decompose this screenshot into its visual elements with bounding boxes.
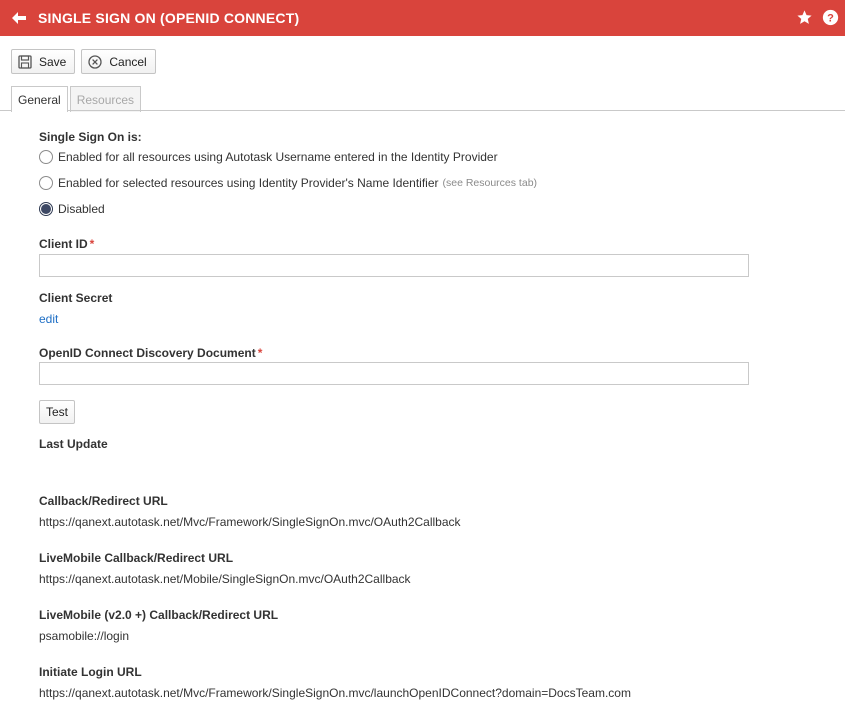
tab-general[interactable]: General	[11, 86, 68, 112]
title-actions: ?	[796, 9, 839, 26]
client-id-input[interactable]	[39, 254, 749, 277]
required-marker: *	[257, 346, 263, 360]
initiate-login-label: Initiate Login URL	[39, 665, 142, 679]
star-icon[interactable]	[796, 9, 813, 26]
livemobile-v2-callback-label: LiveMobile (v2.0 +) Callback/Redirect UR…	[39, 608, 279, 622]
livemobile-v2-callback-value: psamobile://login	[39, 629, 130, 643]
radio-selected-resources[interactable]	[39, 176, 53, 190]
sso-option-selected-label: Enabled for selected resources using Ide…	[58, 176, 439, 190]
sso-option-all-resources: Enabled for all resources using Autotask…	[39, 150, 498, 164]
discovery-document-label-text: OpenID Connect Discovery Document	[39, 346, 256, 360]
discovery-document-label: OpenID Connect Discovery Document *	[39, 346, 262, 360]
callback-url-value: https://qanext.autotask.net/Mvc/Framewor…	[39, 515, 461, 529]
tab-bar: General Resources	[11, 86, 143, 112]
client-secret-edit-link[interactable]: edit	[39, 312, 58, 326]
initiate-login-value: https://qanext.autotask.net/Mvc/Framewor…	[39, 686, 631, 700]
client-secret-label: Client Secret	[39, 291, 113, 305]
sso-option-selected-resources: Enabled for selected resources using Ide…	[39, 176, 537, 190]
livemobile-callback-value: https://qanext.autotask.net/Mobile/Singl…	[39, 572, 411, 586]
client-id-label: Client ID *	[39, 237, 94, 251]
tab-resources[interactable]: Resources	[69, 86, 142, 112]
radio-all-resources[interactable]	[39, 150, 53, 164]
test-button[interactable]: Test	[39, 400, 76, 424]
last-update-label: Last Update	[39, 437, 108, 451]
livemobile-callback-label: LiveMobile Callback/Redirect URL	[39, 551, 234, 565]
title-bar: SINGLE SIGN ON (OPENID CONNECT) ?	[0, 0, 845, 36]
save-button-label: Save	[39, 54, 67, 69]
tab-divider	[0, 110, 845, 111]
cancel-button[interactable]: Cancel	[81, 49, 156, 74]
back-arrow-icon[interactable]	[10, 9, 28, 27]
radio-disabled[interactable]	[39, 202, 53, 216]
save-icon	[18, 54, 32, 69]
toolbar: Save Cancel	[11, 49, 156, 74]
cancel-button-label: Cancel	[109, 54, 147, 69]
help-icon[interactable]: ?	[822, 9, 839, 26]
cancel-icon	[88, 54, 103, 69]
sso-option-disabled-label: Disabled	[58, 202, 105, 216]
client-id-label-text: Client ID	[39, 237, 88, 251]
sso-option-all-label: Enabled for all resources using Autotask…	[58, 150, 498, 164]
sso-option-hint: (see Resources tab)	[442, 177, 538, 189]
save-button[interactable]: Save	[11, 49, 76, 74]
callback-url-label: Callback/Redirect URL	[39, 494, 168, 508]
required-marker: *	[89, 237, 95, 251]
discovery-document-input[interactable]	[39, 362, 749, 385]
page-title: SINGLE SIGN ON (OPENID CONNECT)	[38, 10, 300, 26]
sso-heading: Single Sign On is:	[39, 130, 142, 144]
svg-text:?: ?	[827, 12, 834, 24]
sso-option-disabled: Disabled	[39, 202, 105, 216]
